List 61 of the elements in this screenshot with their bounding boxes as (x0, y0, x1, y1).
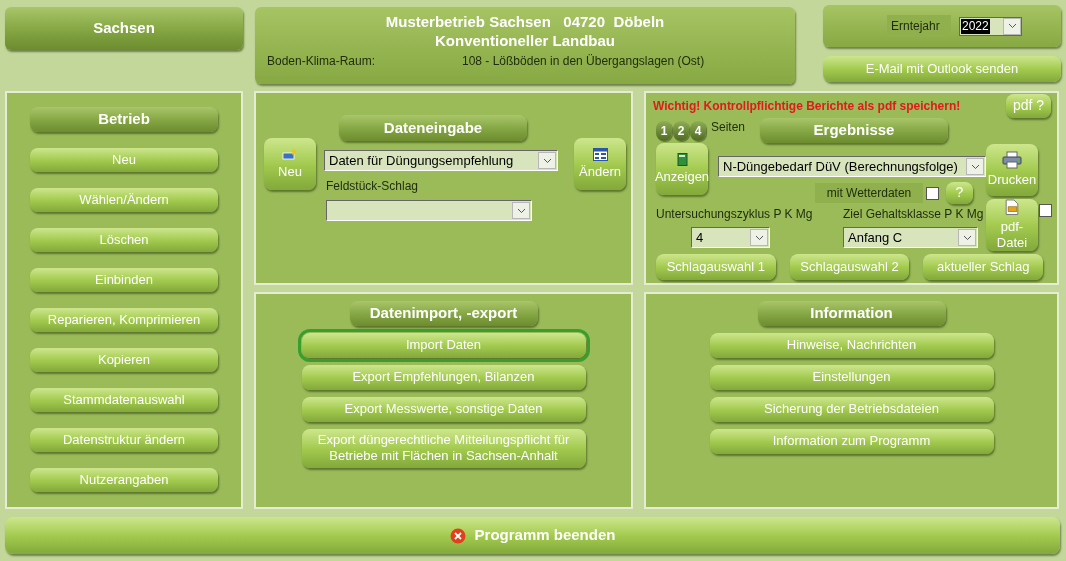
section-title[interactable]: Dateneingabe (339, 115, 527, 141)
menu-button[interactable]: Reparieren, Komprimieren (30, 308, 218, 332)
weather-checkbox[interactable] (926, 186, 939, 200)
farm-title: Musterbetrieb Sachsen 04720 Döbeln (385, 12, 665, 31)
pdf-checkbox[interactable] (1039, 204, 1052, 217)
export-button[interactable]: Export Empfehlungen, Bilanzen (301, 365, 586, 390)
warning-text: Wichtig! Kontrollpflichtige Berichte als pdf speichern! (653, 98, 961, 115)
close-icon (449, 527, 466, 544)
exit-button[interactable]: Programm beenden (5, 517, 1060, 554)
help-button[interactable]: ? (946, 182, 973, 204)
farming-type: Konventioneller Landbau (435, 31, 615, 50)
section-title[interactable]: Information (757, 301, 946, 326)
export-button[interactable]: Export düngerechtliche Mitteilungspflicht für Betriebe mit Flächen in Sachsen-Anhalt (301, 429, 586, 468)
section-title[interactable]: Datenimport, -export (349, 301, 538, 326)
year-select[interactable]: 2022 (959, 16, 1022, 36)
menu-button[interactable]: Einbinden (30, 268, 218, 292)
info-button[interactable]: Sicherung der Betriebsdateien (709, 397, 994, 422)
soil-zone-value: 108 - Lößböden in den Übergangslagen (Ost) (462, 53, 705, 70)
page-count-button[interactable]: 2 (673, 121, 689, 141)
print-button[interactable]: Drucken (986, 144, 1038, 196)
region-button[interactable]: Sachsen (5, 7, 243, 50)
edit-button[interactable]: Ändern (574, 138, 626, 190)
report-select[interactable]: N-Düngebedarf DüV (Berechnungsfolge) (718, 156, 986, 177)
plot-selection-button[interactable]: aktueller Schlag (923, 254, 1043, 280)
soil-zone-label: Boden-Klima-Raum: (267, 53, 377, 70)
menu-button[interactable]: Stammdatenauswahl (30, 388, 218, 412)
cycle-label: Untersuchungszyklus P K Mg (656, 206, 814, 223)
menu-button[interactable]: Datenstruktur ändern (30, 428, 218, 452)
show-button[interactable]: Anzeigen (656, 143, 708, 195)
page-count-button[interactable]: 1 (656, 121, 672, 141)
email-button[interactable]: E-Mail mit Outlook senden (823, 56, 1061, 82)
pages-label: Seiten (711, 119, 746, 136)
menu-button[interactable]: Neu (30, 148, 218, 172)
field-label: Feldstück-Schlag (326, 178, 420, 195)
menu-button[interactable]: Löschen (30, 228, 218, 252)
printer-icon (1002, 151, 1022, 170)
info-button[interactable]: Hinweise, Nachrichten (709, 333, 994, 358)
data-type-select[interactable]: Daten für Düngungsempfehlung (324, 150, 558, 171)
plot-selection-button[interactable]: Schlagauswahl 2 (789, 254, 910, 280)
page-count-button[interactable]: 4 (690, 121, 706, 141)
form-icon (592, 147, 608, 161)
new-record-icon (282, 147, 298, 161)
field-select[interactable] (326, 200, 532, 221)
menu-button[interactable]: Kopieren (30, 348, 218, 372)
pdf-file-button[interactable]: pdf-Datei (986, 199, 1038, 251)
pdf-help-button[interactable]: pdf ? (1006, 94, 1051, 118)
document-icon (1004, 199, 1020, 216)
new-button[interactable]: Neu (264, 138, 316, 190)
info-button[interactable]: Einstellungen (709, 365, 994, 390)
section-title[interactable]: Ergebnisse (760, 118, 949, 143)
section-title[interactable]: Betrieb (30, 107, 218, 132)
menu-button[interactable]: Wählen/Ändern (30, 188, 218, 212)
plot-selection-button[interactable]: Schlagauswahl 1 (656, 254, 776, 280)
book-icon (676, 152, 688, 166)
menu-button[interactable]: Nutzerangaben (30, 468, 218, 492)
weather-label: mit Wetterdaten (815, 183, 923, 203)
target-label: Ziel Gehaltsklasse P K Mg (843, 206, 984, 223)
cycle-select[interactable]: 4 (691, 227, 770, 248)
target-select[interactable]: Anfang C (843, 227, 978, 248)
info-button[interactable]: Information zum Programm (709, 429, 994, 454)
export-button[interactable]: Export Messwerte, sonstige Daten (301, 397, 586, 422)
